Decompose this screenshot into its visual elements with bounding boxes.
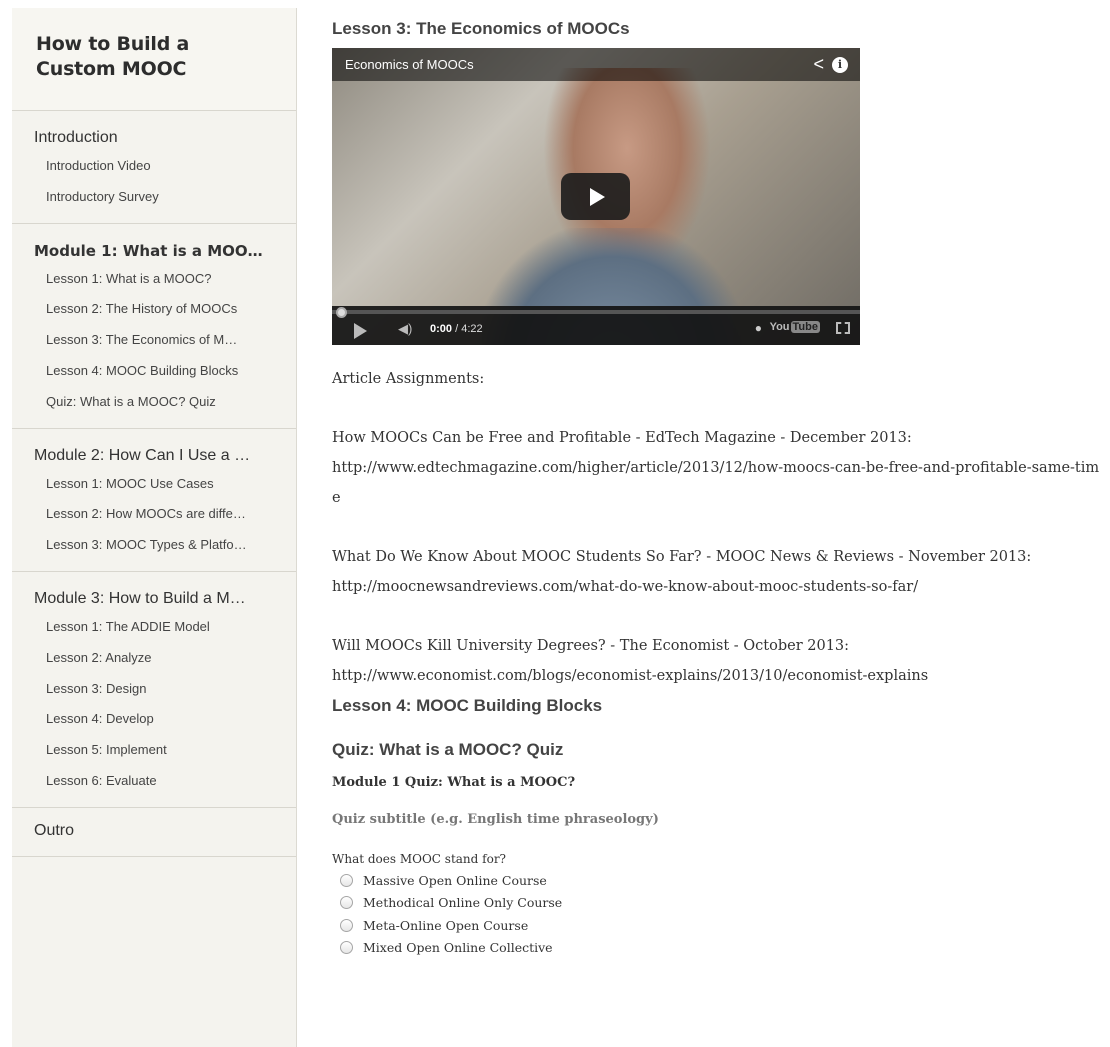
video-time-current: 0:00 bbox=[430, 323, 453, 335]
sidebar-item-m2-lesson-1[interactable]: Lesson 1: MOOC Use Cases bbox=[12, 469, 274, 500]
video-player[interactable]: Economics of MOOCs < i ◀) 0:00 / 4:22 ● … bbox=[332, 48, 860, 345]
sidebar-section-module-3: Module 3: How to Build a M… Lesson 1: Th… bbox=[12, 572, 296, 808]
article-link[interactable]: http://www.economist.com/blogs/economist… bbox=[332, 661, 1102, 691]
video-time-total: / 4:22 bbox=[452, 323, 483, 335]
sidebar-heading-module-1[interactable]: Module 1: What is a MOOC? bbox=[12, 238, 264, 264]
radio-button[interactable] bbox=[340, 896, 353, 910]
course-title-box: How to Build a Custom MOOC bbox=[12, 8, 296, 111]
quiz-option[interactable]: Mixed Open Online Collective bbox=[340, 937, 1102, 960]
quiz-option-label: Methodical Online Only Course bbox=[363, 895, 563, 911]
youtube-logo-you: You bbox=[769, 321, 790, 333]
article-link[interactable]: http://moocnewsandreviews.com/what-do-we… bbox=[332, 572, 1102, 602]
sidebar-item-m3-lesson-5[interactable]: Lesson 5: Implement bbox=[12, 735, 274, 766]
sidebar-item-m1-quiz[interactable]: Quiz: What is a MOOC? Quiz bbox=[12, 387, 274, 418]
share-icon[interactable]: < bbox=[813, 54, 824, 75]
article-item: How MOOCs Can be Free and Profitable - E… bbox=[332, 423, 1102, 513]
quiz-subtitle: Quiz subtitle (e.g. English time phraseo… bbox=[332, 812, 659, 827]
course-sidebar: How to Build a Custom MOOC Introduction … bbox=[12, 8, 297, 1047]
video-title-bar: Economics of MOOCs < i bbox=[332, 48, 860, 81]
watch-later-icon[interactable]: ● bbox=[755, 321, 762, 335]
video-controls-bar: ◀) 0:00 / 4:22 ● You Tube bbox=[332, 306, 860, 345]
article-item: What Do We Know About MOOC Students So F… bbox=[332, 542, 1102, 602]
article-title: What Do We Know About MOOC Students So F… bbox=[332, 549, 1032, 565]
sidebar-item-m1-lesson-2[interactable]: Lesson 2: The History of MOOCs bbox=[12, 294, 274, 325]
sidebar-item-m1-lesson-3[interactable]: Lesson 3: The Economics of M… bbox=[12, 325, 274, 356]
lesson-4-title: Lesson 4: MOOC Building Blocks bbox=[332, 696, 603, 715]
quiz-question: What does MOOC stand for? bbox=[332, 852, 506, 866]
quiz-option-label: Meta-Online Open Course bbox=[363, 917, 529, 933]
quiz-option[interactable]: Methodical Online Only Course bbox=[340, 892, 1102, 915]
video-title[interactable]: Economics of MOOCs bbox=[345, 57, 474, 72]
quiz-section-title: Quiz: What is a MOOC? Quiz bbox=[332, 740, 564, 759]
course-title: How to Build a Custom MOOC bbox=[36, 33, 190, 80]
progress-bar[interactable] bbox=[332, 310, 860, 314]
quiz-option[interactable]: Meta-Online Open Course bbox=[340, 914, 1102, 937]
radio-button[interactable] bbox=[340, 873, 353, 887]
sidebar-section-module-2: Module 2: How Can I Use a … Lesson 1: MO… bbox=[12, 429, 296, 572]
progress-scrubber[interactable] bbox=[336, 307, 347, 318]
sidebar-item-m3-lesson-6[interactable]: Lesson 6: Evaluate bbox=[12, 766, 274, 797]
sidebar-item-introductory-survey[interactable]: Introductory Survey bbox=[12, 182, 274, 213]
quiz-option-label: Mixed Open Online Collective bbox=[363, 940, 553, 956]
sidebar-item-introduction-video[interactable]: Introduction Video bbox=[12, 151, 274, 182]
sidebar-item-m3-lesson-3[interactable]: Lesson 3: Design bbox=[12, 674, 274, 705]
play-button[interactable] bbox=[561, 173, 630, 220]
article-title: How MOOCs Can be Free and Profitable - E… bbox=[332, 430, 912, 446]
article-assignments-heading: Article Assignments: bbox=[332, 371, 485, 387]
video-time: 0:00 / 4:22 bbox=[430, 323, 483, 335]
fullscreen-icon[interactable] bbox=[836, 322, 850, 334]
youtube-logo[interactable]: You Tube bbox=[770, 321, 820, 333]
article-link[interactable]: http://www.edtechmagazine.com/higher/art… bbox=[332, 453, 1102, 513]
lesson-3-title: Lesson 3: The Economics of MOOCs bbox=[332, 19, 630, 38]
quiz-option-label: Massive Open Online Course bbox=[363, 872, 547, 888]
youtube-logo-tube: Tube bbox=[790, 321, 820, 333]
radio-button[interactable] bbox=[340, 941, 353, 955]
quiz-options: Massive Open Online Course Methodical On… bbox=[332, 869, 1102, 959]
sidebar-heading-module-2[interactable]: Module 2: How Can I Use a … bbox=[12, 443, 264, 469]
sidebar-section-outro: Outro bbox=[12, 808, 296, 857]
volume-icon[interactable]: ◀) bbox=[398, 321, 412, 337]
sidebar-heading-outro[interactable]: Outro bbox=[12, 818, 264, 844]
sidebar-item-m3-lesson-4[interactable]: Lesson 4: Develop bbox=[12, 704, 274, 735]
sidebar-item-m3-lesson-1[interactable]: Lesson 1: The ADDIE Model bbox=[12, 612, 274, 643]
sidebar-item-m2-lesson-3[interactable]: Lesson 3: MOOC Types & Platfo… bbox=[12, 530, 274, 561]
lesson-content: Lesson 3: The Economics of MOOCs Economi… bbox=[332, 0, 1102, 959]
quiz-option[interactable]: Massive Open Online Course bbox=[340, 869, 1102, 892]
info-icon[interactable]: i bbox=[832, 57, 848, 73]
sidebar-item-m3-lesson-2[interactable]: Lesson 2: Analyze bbox=[12, 643, 274, 674]
sidebar-section-module-1: Module 1: What is a MOOC? Lesson 1: What… bbox=[12, 224, 296, 429]
sidebar-section-introduction: Introduction Introduction Video Introduc… bbox=[12, 111, 296, 224]
sidebar-item-m1-lesson-1[interactable]: Lesson 1: What is a MOOC? bbox=[12, 264, 274, 295]
sidebar-heading-module-3[interactable]: Module 3: How to Build a M… bbox=[12, 586, 264, 612]
control-play-icon[interactable] bbox=[354, 323, 367, 339]
sidebar-heading-introduction[interactable]: Introduction bbox=[12, 125, 264, 151]
sidebar-item-m2-lesson-2[interactable]: Lesson 2: How MOOCs are diffe… bbox=[12, 499, 274, 530]
article-title: Will MOOCs Kill University Degrees? - Th… bbox=[332, 638, 850, 654]
quiz-name: Module 1 Quiz: What is a MOOC? bbox=[332, 775, 576, 790]
radio-button[interactable] bbox=[340, 918, 353, 932]
sidebar-item-m1-lesson-4[interactable]: Lesson 4: MOOC Building Blocks bbox=[12, 356, 274, 387]
article-item: Will MOOCs Kill University Degrees? - Th… bbox=[332, 631, 1102, 691]
